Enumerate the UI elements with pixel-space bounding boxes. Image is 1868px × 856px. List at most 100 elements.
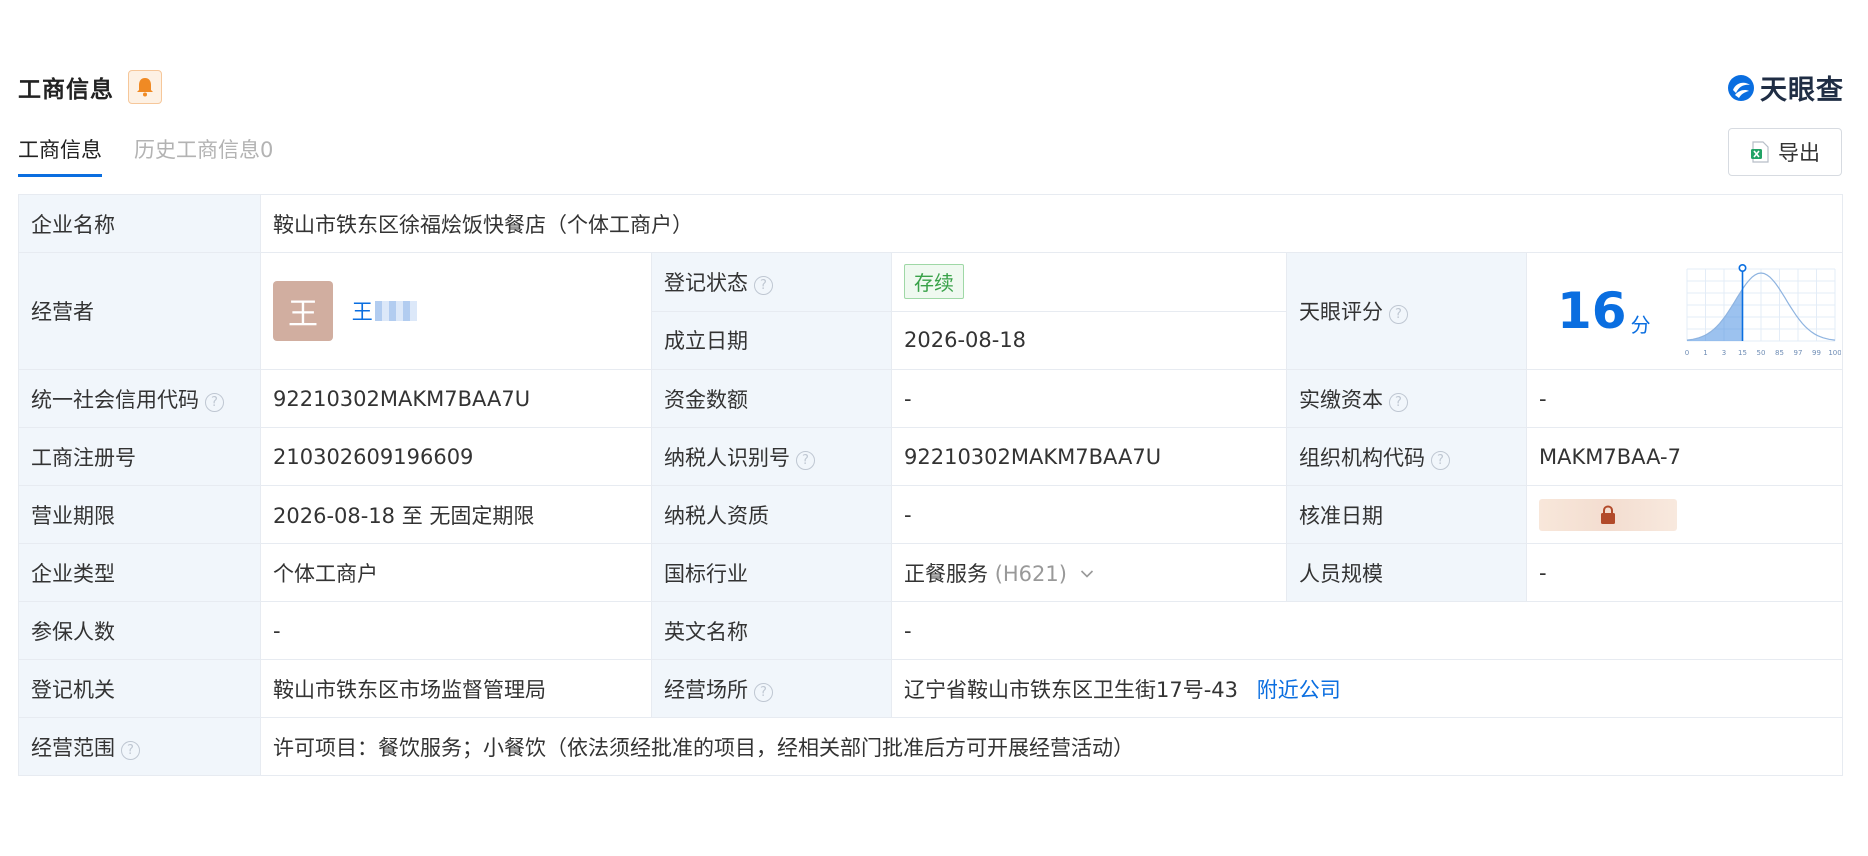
industry-cell[interactable]: 正餐服务 (H621) (891, 543, 1287, 602)
score-unit: 分 (1630, 312, 1651, 337)
staff-label: 人员规模 (1286, 543, 1527, 602)
industry-label: 国标行业 (651, 543, 892, 602)
excel-icon (1751, 141, 1769, 163)
credit-code: 92210302MAKM7BAA7U (260, 369, 652, 428)
help-icon[interactable]: ? (121, 740, 140, 760)
help-icon[interactable]: ? (754, 682, 773, 702)
scope-label: 经营范围 (31, 735, 115, 760)
address-cell: 辽宁省鞍山市铁东区卫生街17号-43 附近公司 (891, 659, 1843, 718)
paid-in-label-cell: 实缴资本? (1286, 369, 1527, 428)
table-row: 营业期限 2026-08-18 至 无固定期限 纳税人资质 - 核准日期 (18, 485, 1843, 544)
avatar[interactable]: 王 (273, 281, 333, 341)
score-cell[interactable]: 16 分 0 1 3 15 50 85 97 99 100 (1526, 252, 1843, 370)
credit-code-label-cell: 统一社会信用代码? (18, 369, 261, 428)
table-row: 经营者 王 王 登记状态? 存续 天眼评分? 16 分 0 1 3 15 50 85 97 9… (18, 252, 1843, 370)
score-label-cell: 天眼评分? (1286, 252, 1527, 370)
section-header: 工商信息 (18, 70, 162, 104)
paid-in-value: - (1526, 369, 1843, 428)
scope-label-cell: 经营范围? (18, 717, 261, 776)
term-value: 2026-08-18 至 无固定期限 (260, 485, 652, 544)
taxpayer-qual-label: 纳税人资质 (651, 485, 892, 544)
approve-date-label: 核准日期 (1286, 485, 1527, 544)
company-name: 鞍山市铁东区徐福烩饭快餐店（个体工商户） (260, 194, 1843, 253)
capital-value: - (891, 369, 1287, 428)
table-row: 统一社会信用代码? 92210302MAKM7BAA7U 资金数额 - 实缴资本… (18, 369, 1843, 428)
staff-value: - (1526, 543, 1843, 602)
tianyancha-logo-icon (1728, 74, 1754, 101)
term-label: 营业期限 (18, 485, 261, 544)
industry-value: 正餐服务 (904, 561, 988, 586)
table-row: 参保人数 - 英文名称 - (18, 601, 1843, 660)
help-icon[interactable]: ? (796, 450, 815, 470)
brand-name: 天眼查 (1760, 75, 1844, 106)
established-label: 成立日期 (651, 310, 892, 370)
insured-value: - (260, 601, 652, 660)
table-row: 企业名称 鞍山市铁东区徐福烩饭快餐店（个体工商户） (18, 194, 1843, 253)
help-icon[interactable]: ? (754, 275, 773, 295)
score-value: 16 (1557, 282, 1627, 340)
authority-label: 登记机关 (18, 659, 261, 718)
chart-tick-label: 1 (1703, 349, 1707, 357)
status-cell: 存续 (891, 252, 1287, 312)
type-label: 企业类型 (18, 543, 261, 602)
operator-cell: 王 王 (260, 252, 652, 370)
bell-icon[interactable] (128, 70, 162, 104)
score-distribution-chart: 0 1 3 15 50 85 97 99 100 (1684, 263, 1841, 357)
status-label: 登记状态 (664, 270, 748, 295)
taxpayer-id-label-cell: 纳税人识别号? (651, 427, 892, 486)
reg-no-label: 工商注册号 (18, 427, 261, 486)
table-row: 企业类型 个体工商户 国标行业 正餐服务 (H621) 人员规模 - (18, 543, 1843, 602)
chart-tick-label: 50 (1756, 349, 1765, 357)
scope-value: 许可项目：餐饮服务；小餐饮（依法须经批准的项目，经相关部门批准后方可开展经营活动… (260, 717, 1843, 776)
insured-label: 参保人数 (18, 601, 261, 660)
table-row: 工商注册号 210302609196609 纳税人识别号? 92210302MA… (18, 427, 1843, 486)
section-title: 工商信息 (18, 77, 114, 103)
table-row: 经营范围? 许可项目：餐饮服务；小餐饮（依法须经批准的项目，经相关部门批准后方可… (18, 717, 1843, 776)
help-icon[interactable]: ? (1389, 305, 1408, 324)
paid-in-label: 实缴资本 (1299, 387, 1383, 412)
chart-tick-label: 15 (1738, 349, 1747, 357)
tab-business-info[interactable]: 工商信息 (18, 134, 102, 177)
help-icon[interactable]: ? (1389, 392, 1408, 412)
help-icon[interactable]: ? (205, 392, 224, 412)
chevron-down-icon[interactable] (1080, 569, 1094, 579)
chart-tick-label: 0 (1684, 349, 1688, 357)
status-label-cell: 登记状态? (651, 252, 892, 312)
address-label: 经营场所 (664, 677, 748, 702)
table-row: 登记机关 鞍山市铁东区市场监督管理局 经营场所? 辽宁省鞍山市铁东区卫生街17号… (18, 659, 1843, 718)
chart-tick-label: 85 (1775, 349, 1784, 357)
reg-no: 210302609196609 (260, 427, 652, 486)
business-info-panel: 工商信息 天眼查 工商信息 历史工商信息0 导出 企业名称 鞍山市铁东区徐福烩饭… (0, 0, 1868, 856)
company-name-label: 企业名称 (18, 194, 261, 253)
export-label: 导出 (1778, 141, 1820, 165)
chart-tick-label: 3 (1721, 349, 1725, 357)
type-value: 个体工商户 (260, 543, 652, 602)
english-name-label: 英文名称 (651, 601, 892, 660)
nearby-companies-link[interactable]: 附近公司 (1257, 678, 1341, 702)
redacted-name-mosaic (374, 301, 417, 321)
org-code: MAKM7BAA-7 (1526, 427, 1843, 486)
score-area-fill (1686, 289, 1743, 341)
chart-tick-label: 99 (1812, 349, 1821, 357)
score-marker-pin (1738, 263, 1747, 273)
industry-code: (H621) (994, 561, 1067, 586)
taxpayer-id: 92210302MAKM7BAA7U (891, 427, 1287, 486)
tab-history-business-info[interactable]: 历史工商信息0 (134, 134, 273, 177)
locked-value-pill[interactable] (1539, 498, 1677, 531)
approve-date-cell (1526, 485, 1843, 544)
capital-label: 资金数额 (651, 369, 892, 428)
chart-tick-label: 100 (1828, 349, 1841, 357)
business-info-table: 企业名称 鞍山市铁东区徐福烩饭快餐店（个体工商户） 经营者 王 王 登记状态? … (18, 194, 1843, 776)
tab-bar: 工商信息 历史工商信息0 (18, 134, 305, 177)
help-icon[interactable]: ? (1431, 450, 1450, 470)
operator-name-link[interactable]: 王 (352, 300, 373, 324)
org-code-label-cell: 组织机构代码? (1286, 427, 1527, 486)
export-button[interactable]: 导出 (1728, 128, 1842, 176)
brand-logo: 天眼查 (1726, 68, 1844, 107)
taxpayer-id-label: 纳税人识别号 (664, 445, 790, 470)
score-label: 天眼评分 (1299, 300, 1383, 324)
authority-value: 鞍山市铁东区市场监督管理局 (260, 659, 652, 718)
address-label-cell: 经营场所? (651, 659, 892, 718)
established-date: 2026-08-18 (891, 310, 1287, 370)
english-name-value: - (891, 601, 1843, 660)
